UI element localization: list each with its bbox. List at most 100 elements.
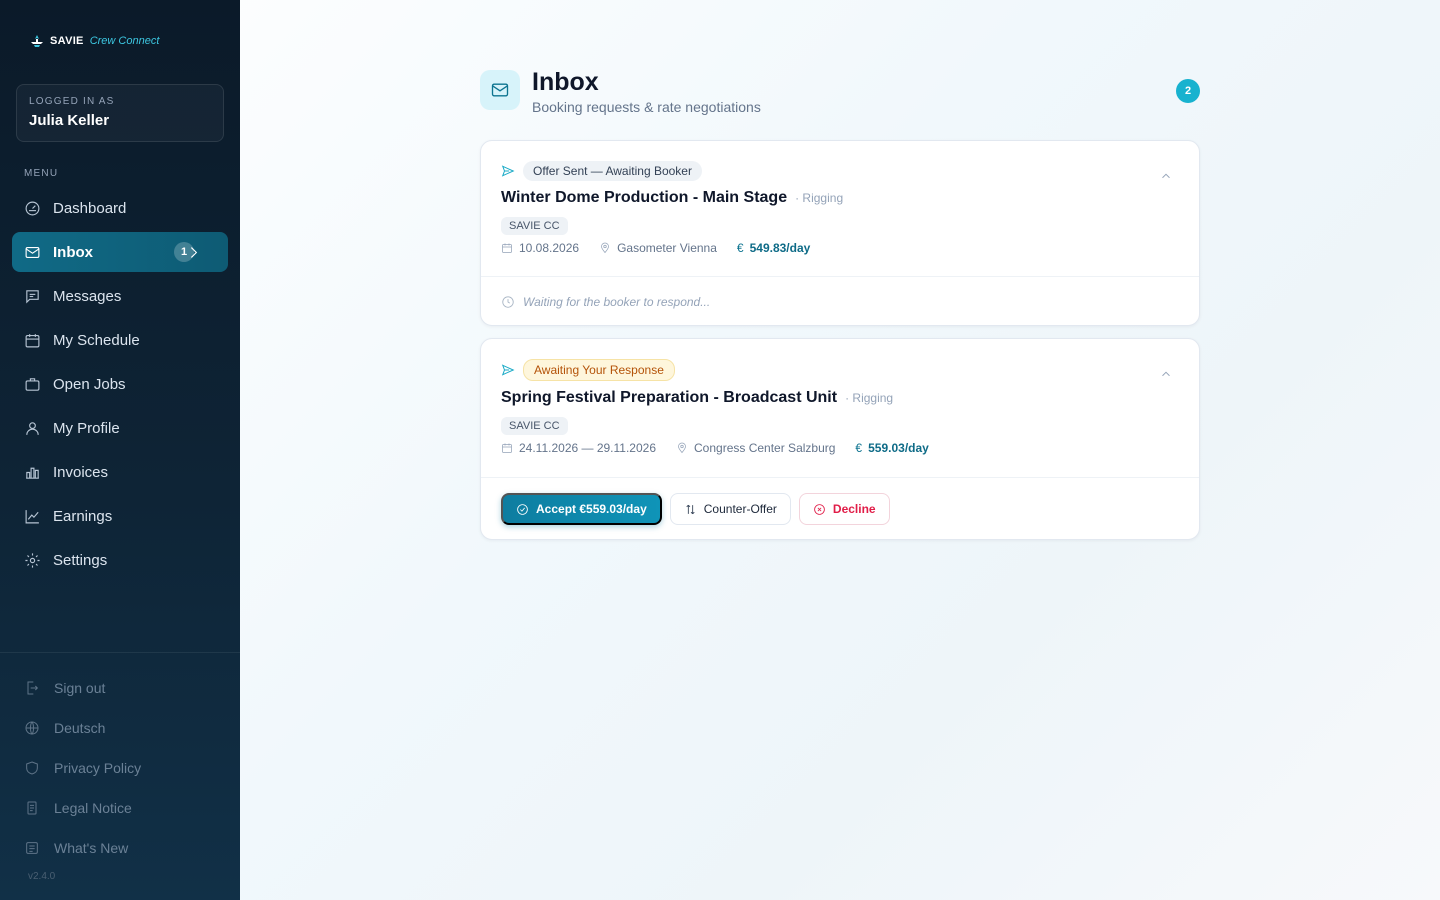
job-meta: 24.11.2026 — 29.11.2026 Congress Center … — [501, 441, 1179, 455]
nav-label: Earnings — [53, 507, 113, 525]
page-subtitle: Booking requests & rate negotiations — [532, 99, 761, 115]
location-pin-icon — [678, 442, 686, 454]
brand-logo[interactable]: SAVIE Crew Connect — [30, 34, 159, 48]
job-location: Congress Center Salzburg — [694, 441, 836, 455]
inbox-total-badge: 2 — [1176, 79, 1200, 103]
nav-item-dashboard[interactable]: Dashboard — [12, 188, 228, 228]
sign-out-icon — [27, 681, 39, 695]
bottom-nav: Sign out Deutsch Privacy Policy Legal No… — [24, 668, 141, 868]
nav-label: Messages — [53, 287, 122, 305]
whats-new-link[interactable]: What's New — [24, 828, 141, 868]
app-version: v2.4.0 — [28, 871, 56, 882]
page-title: Inbox — [532, 68, 599, 96]
accept-offer-button[interactable]: Accept €559.03/day — [501, 493, 662, 525]
bottom-label: Privacy Policy — [54, 760, 142, 776]
nav-item-earnings[interactable]: Earnings — [12, 496, 228, 536]
calendar-icon — [502, 443, 512, 453]
chevron-up-icon[interactable] — [1159, 169, 1173, 183]
privacy-policy-link[interactable]: Privacy Policy — [24, 748, 141, 788]
job-title: Spring Festival Preparation - Broadcast … — [501, 389, 838, 406]
clock-icon — [502, 296, 514, 308]
brand-product: Crew Connect — [89, 35, 160, 47]
bottom-label: Legal Notice — [54, 800, 132, 816]
job-role: · Rigging — [795, 191, 844, 205]
brand-name: SAVIE — [50, 35, 84, 47]
briefcase-icon — [25, 377, 40, 391]
job-meta: 10.08.2026 Gasometer Vienna € 549.83/day — [501, 241, 1179, 255]
decline-label: Decline — [832, 502, 876, 516]
job-date: 10.08.2026 — [519, 241, 580, 255]
document-icon — [27, 801, 37, 815]
chevron-up-icon[interactable] — [1159, 367, 1173, 381]
nav-item-my-schedule[interactable]: My Schedule — [12, 320, 228, 360]
logo-icon — [31, 35, 43, 47]
earnings-icon — [25, 509, 39, 523]
inbox-icon — [25, 246, 40, 258]
nav-label: Open Jobs — [53, 375, 126, 393]
send-icon — [501, 364, 515, 376]
send-icon — [501, 165, 515, 177]
booking-card: Offer Sent — Awaiting Booker Winter Dome… — [480, 140, 1200, 326]
nav-item-messages[interactable]: Messages — [12, 276, 228, 316]
calendar-icon — [502, 243, 512, 253]
nav-label: Settings — [53, 551, 108, 569]
nav-item-inbox[interactable]: Inbox 1 — [12, 232, 228, 272]
job-role: · Rigging — [845, 391, 894, 405]
check-circle-icon — [517, 503, 528, 515]
dashboard-icon — [25, 201, 40, 215]
legal-notice-link[interactable]: Legal Notice — [24, 788, 141, 828]
user-icon — [26, 421, 39, 435]
chevron-right-icon — [190, 247, 198, 258]
job-rate: 549.83/day — [749, 241, 811, 255]
euro-icon: € — [736, 241, 744, 255]
menu-title: MENU — [24, 168, 59, 179]
job-title: Winter Dome Production - Main Stage — [501, 189, 788, 206]
job-rate: 559.03/day — [868, 441, 929, 455]
offer-actions: Accept €559.03/day Counter-Offer Decline — [481, 478, 1199, 540]
messages-icon — [26, 289, 39, 304]
nav-item-open-jobs[interactable]: Open Jobs — [12, 364, 228, 404]
nav-label: My Schedule — [53, 331, 140, 349]
logged-in-user: Julia Keller — [29, 112, 110, 129]
status-badge: Offer Sent — Awaiting Booker — [523, 161, 702, 181]
globe-icon — [25, 721, 39, 735]
status-badge: Awaiting Your Response — [523, 359, 675, 381]
x-circle-icon — [814, 503, 825, 515]
invoices-icon — [26, 467, 39, 479]
decline-button[interactable]: Decline — [798, 493, 890, 525]
booking-card: Awaiting Your Response Spring Festival P… — [480, 338, 1200, 540]
sidebar-divider — [0, 652, 240, 653]
waiting-status: Waiting for the booker to respond... — [481, 277, 1199, 327]
sign-out-link[interactable]: Sign out — [24, 668, 141, 708]
gear-icon — [25, 552, 40, 568]
sidebar: SAVIE Crew Connect LOGGED IN AS Julia Ke… — [0, 0, 240, 900]
nav-item-settings[interactable]: Settings — [12, 540, 228, 580]
waiting-text: Waiting for the booker to respond... — [523, 295, 711, 309]
counter-offer-button[interactable]: Counter-Offer — [669, 493, 791, 525]
counter-label: Counter-Offer — [703, 502, 777, 516]
language-link[interactable]: Deutsch — [24, 708, 141, 748]
nav-label: Invoices — [53, 463, 109, 481]
shield-icon — [26, 761, 38, 775]
bottom-label: Deutsch — [54, 720, 106, 736]
organization-tag: SAVIE CC — [501, 417, 568, 435]
nav-label: Inbox — [53, 243, 93, 261]
job-location: Gasometer Vienna — [617, 241, 717, 255]
job-date: 24.11.2026 — 29.11.2026 — [519, 441, 657, 455]
page-header: Inbox Booking requests & rate negotiatio… — [480, 68, 1200, 118]
logged-in-label: LOGGED IN AS — [29, 96, 115, 107]
main-nav: Dashboard Inbox 1 Messages My Schedule O… — [12, 188, 228, 584]
nav-item-invoices[interactable]: Invoices — [12, 452, 228, 492]
nav-label: My Profile — [53, 419, 120, 437]
bottom-label: Sign out — [54, 680, 106, 696]
nav-item-my-profile[interactable]: My Profile — [12, 408, 228, 448]
calendar-icon — [25, 333, 40, 347]
logged-in-card: LOGGED IN AS Julia Keller — [16, 84, 224, 142]
inbox-icon — [491, 83, 509, 97]
news-icon — [26, 842, 38, 854]
euro-icon: € — [855, 441, 863, 455]
nav-label: Dashboard — [53, 199, 127, 217]
swap-arrows-icon — [686, 504, 695, 514]
inbox-header-icon-box — [480, 70, 520, 110]
bottom-label: What's New — [54, 840, 129, 856]
